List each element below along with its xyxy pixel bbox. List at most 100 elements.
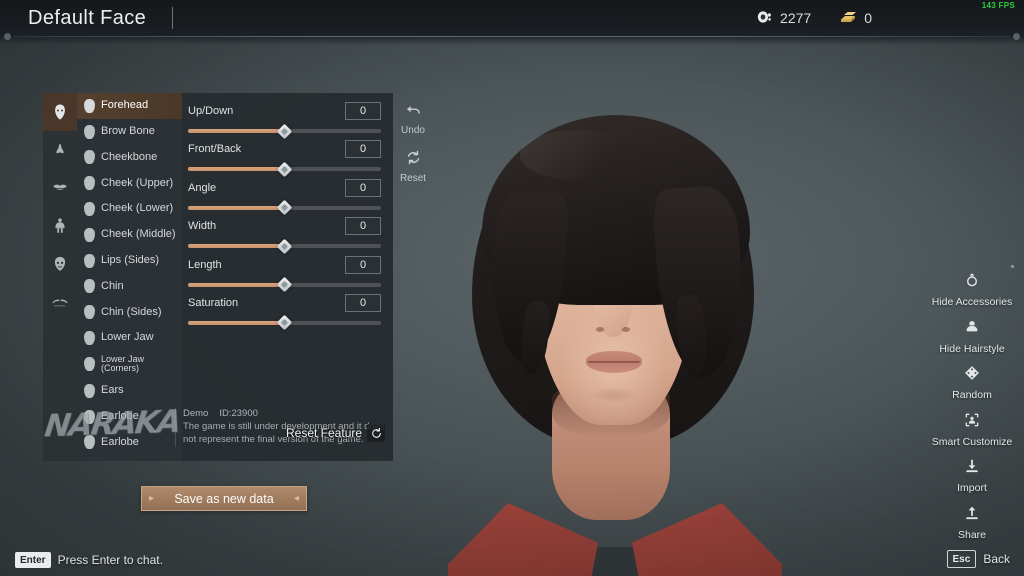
smart-customize-label: Smart Customize	[931, 435, 1013, 448]
lips-category[interactable]	[43, 169, 77, 207]
share-button[interactable]: Share	[920, 505, 1024, 541]
feature-item[interactable]: Cheek (Lower)	[77, 196, 182, 222]
random-diamond-icon	[964, 365, 980, 386]
nostril-left	[596, 327, 604, 332]
import-button[interactable]: Import	[920, 458, 1024, 494]
slider-handle[interactable]	[276, 238, 293, 254]
divider-dot-left	[4, 33, 11, 40]
feature-bullet-icon	[84, 253, 95, 268]
accessory-icon	[964, 272, 980, 293]
undo-button[interactable]: Undo	[401, 101, 425, 136]
feature-item[interactable]: Brow Bone	[77, 119, 182, 145]
title-separator	[172, 7, 174, 29]
slider-fill	[188, 282, 285, 287]
undo-label: Undo	[401, 125, 425, 136]
feature-bullet-icon	[84, 409, 95, 424]
smart-customize-icon	[964, 412, 980, 433]
feature-item[interactable]: Chin (Sides)	[77, 299, 182, 325]
reset-feature-tooltip[interactable]: Reset Feature	[286, 424, 386, 442]
chat-hint: Enter Press Enter to chat.	[15, 552, 163, 568]
feature-item[interactable]: Forehead	[77, 93, 182, 119]
feature-item[interactable]: Earlobe	[77, 404, 182, 430]
hide-accessories-label: Hide Accessories	[931, 296, 1013, 308]
smart-customize-button[interactable]: Smart Customize	[920, 412, 1024, 448]
feature-item[interactable]: Cheekbone	[77, 145, 182, 171]
reset-label: Reset	[399, 173, 427, 184]
slider-handle[interactable]	[276, 123, 293, 139]
slider-handle[interactable]	[276, 200, 293, 216]
slider-value[interactable]: 0	[345, 178, 381, 197]
nose-category[interactable]	[43, 131, 77, 169]
slider-handle[interactable]	[276, 276, 293, 293]
feature-item[interactable]: Cheek (Middle)	[77, 222, 182, 248]
action-menu-dot	[1011, 265, 1014, 268]
demo-id: ID:23900	[219, 408, 258, 419]
slider-value[interactable]: 0	[345, 140, 381, 159]
nostril-right	[622, 327, 630, 332]
feature-bullet-icon	[84, 279, 95, 294]
slider-value[interactable]: 0	[345, 293, 381, 312]
chat-hint-text: Press Enter to chat.	[57, 553, 163, 567]
reset-feature-label: Reset Feature	[286, 426, 363, 440]
slider-track[interactable]	[188, 315, 381, 331]
slider-track[interactable]	[188, 161, 381, 178]
slider-header: Saturation 0	[188, 293, 381, 312]
feature-item[interactable]: Lower Jaw	[77, 325, 182, 351]
slider-handle[interactable]	[276, 315, 293, 331]
slider-header: Width 0	[188, 217, 381, 236]
feature-item[interactable]: Chin	[77, 274, 182, 300]
slider-track[interactable]	[188, 200, 381, 216]
feature-item[interactable]: Ears	[77, 378, 182, 404]
feature-label: Cheek (Middle)	[101, 228, 176, 241]
slider-handle[interactable]	[276, 161, 293, 178]
slider-label: Front/Back	[188, 143, 242, 156]
back-label: Back	[983, 552, 1010, 566]
feature-item[interactable]: Lower Jaw (Corners)	[77, 351, 182, 378]
save-as-new-data-button[interactable]: ▸ Save as new data ◂	[141, 486, 307, 511]
feature-item[interactable]: Cheek (Upper)	[77, 170, 182, 196]
slider-value[interactable]: 0	[345, 102, 381, 120]
gold-currency: 0	[839, 10, 872, 27]
character-model[interactable]	[420, 95, 810, 576]
slider-label: Saturation	[188, 296, 239, 309]
feature-item[interactable]: Lips (Sides)	[77, 248, 182, 274]
feature-list[interactable]: Forehead Brow Bone Cheekbone Cheek (Upper) C…	[77, 93, 182, 461]
feature-label: Chin (Sides)	[101, 305, 162, 318]
slider-label: Length	[188, 258, 222, 271]
random-button[interactable]: Random	[920, 365, 1024, 401]
slider-track[interactable]	[188, 238, 381, 254]
slider-value[interactable]: 0	[345, 255, 381, 274]
slider-value[interactable]: 0	[345, 217, 381, 236]
reset-button[interactable]: Reset	[400, 149, 426, 184]
soul-currency-amount: 2277	[780, 10, 812, 26]
slider-track[interactable]	[188, 123, 381, 139]
slider-fill	[188, 129, 285, 133]
save-button-label: Save as new data	[174, 491, 274, 506]
body-category[interactable]	[43, 207, 77, 245]
feature-label: Chin	[101, 279, 124, 292]
esc-key-badge: Esc	[946, 550, 977, 568]
feature-bullet-icon	[84, 435, 95, 450]
hide-hairstyle-label: Hide Hairstyle	[939, 342, 1005, 355]
hide-accessories-button[interactable]: Hide Accessories	[920, 272, 1024, 308]
slider-fill	[188, 320, 285, 325]
hide-hairstyle-button[interactable]: Hide Hairstyle	[920, 319, 1024, 355]
collar-right	[632, 503, 782, 576]
face-editor-panel: Forehead Brow Bone Cheekbone Cheek (Upper) C…	[43, 93, 393, 461]
category-rail	[43, 93, 77, 461]
slider-track[interactable]	[188, 276, 381, 293]
share-label: Share	[957, 528, 987, 541]
head-category[interactable]	[43, 245, 77, 283]
feature-bullet-icon	[84, 357, 95, 372]
face-category[interactable]	[43, 93, 77, 131]
reset-circular-arrow-icon[interactable]	[367, 424, 386, 442]
feature-item[interactable]: Earlobe	[77, 430, 182, 456]
import-download-icon	[964, 458, 980, 479]
feature-label: Lips (Sides)	[101, 253, 160, 266]
eyebrow-category[interactable]	[43, 283, 77, 321]
slider-label: Width	[188, 220, 217, 233]
currency-group: 2277 0	[757, 10, 872, 27]
gold-bar-icon	[839, 10, 857, 27]
back-hint[interactable]: Esc Back	[946, 550, 1010, 568]
chevron-left-icon: ▸	[149, 493, 155, 504]
